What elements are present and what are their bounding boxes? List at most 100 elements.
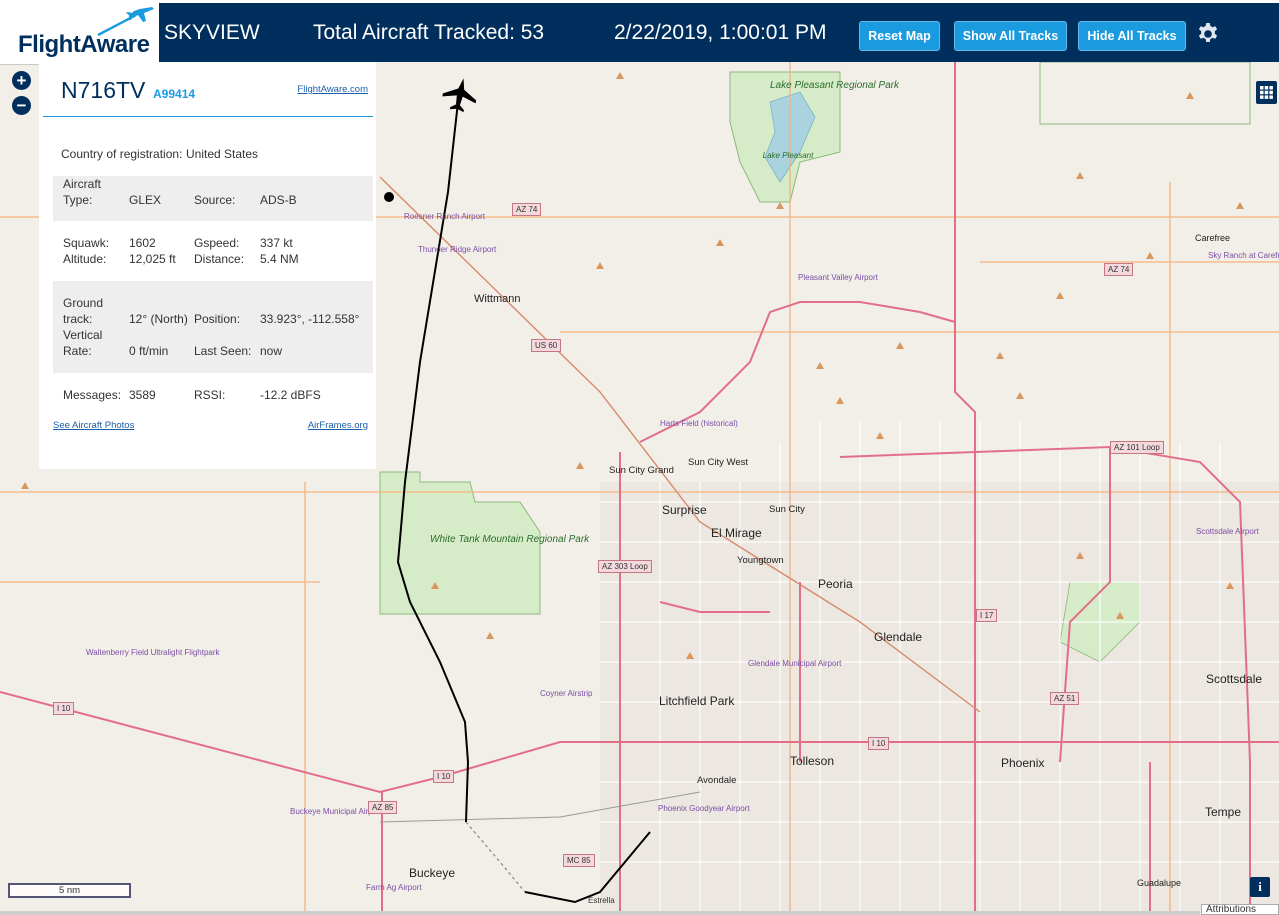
layers-grid-icon[interactable]	[1256, 81, 1277, 104]
highway-shield: I 10	[868, 737, 890, 750]
city-label: Sun City West	[688, 457, 749, 468]
vertical-rate-label: Rate:	[63, 344, 92, 358]
highway-shield: I 10	[53, 702, 75, 715]
city-label: Sun City	[769, 504, 805, 515]
info-icon[interactable]: i	[1250, 877, 1270, 897]
airport-label-roesner: Roesner Ranch Airport	[404, 212, 485, 221]
highway-shield: MC 85	[563, 854, 595, 867]
airport-label-scottsdale: Scottsdale Airport	[1196, 527, 1259, 536]
aircraft-marker[interactable]	[440, 75, 480, 114]
messages-label: Messages:	[63, 388, 122, 402]
city-label: El Mirage	[711, 526, 762, 540]
hide-all-tracks-button[interactable]: Hide All Tracks	[1078, 21, 1186, 51]
squawk-value: 1602	[129, 236, 156, 250]
highway-shield: AZ 51	[1050, 692, 1080, 705]
city-label: Avondale	[697, 775, 737, 786]
park-label-lake-pleasant: Lake Pleasant Regional Park	[770, 80, 899, 91]
airport-label-goodyear: Phoenix Goodyear Airport	[658, 804, 750, 813]
aircraft-type-label: Aircraft	[63, 177, 102, 191]
altitude-value: 12,025 ft	[129, 252, 176, 266]
gear-icon[interactable]	[1196, 22, 1220, 46]
city-label: Litchfield Park	[659, 694, 735, 708]
ground-track-value: 12° (North)	[129, 312, 188, 326]
airport-label-glendale: Glendale Municipal Airport	[748, 659, 841, 668]
altitude-label: Altitude:	[63, 252, 107, 266]
city-label: Sun City Grand	[609, 465, 674, 476]
highway-shield: AZ 74	[1104, 263, 1134, 276]
lake-label: Lake Pleasant	[762, 151, 814, 160]
vertical-rate-value: 0 ft/min	[129, 344, 169, 358]
airport-label-buckeye: Buckeye Municipal Airport	[290, 807, 383, 816]
city-label: Youngtown	[737, 555, 784, 566]
aircraft-type-value: GLEX	[129, 193, 162, 207]
city-label: Tolleson	[790, 754, 835, 768]
highway-shield: I 10	[433, 770, 455, 783]
aircraft-hex: A99414	[153, 87, 196, 101]
airport-label-farm-ag: Farm Ag Airport	[366, 883, 422, 892]
airport-label-waltenberry: Waltenberry Field Ultralight Flightpark	[86, 648, 220, 657]
city-label: Peoria	[818, 577, 853, 591]
airframes-link[interactable]: AirFrames.org	[308, 420, 368, 431]
flightaware-logo: FlightAware	[18, 31, 150, 58]
highway-shield: AZ 85	[368, 801, 398, 814]
zoom-out-button[interactable]: −	[12, 96, 31, 115]
highway-shield: AZ 74	[512, 203, 542, 216]
city-label: Guadalupe	[1137, 878, 1182, 888]
distance-label: Distance:	[194, 252, 245, 266]
aircraft-photos-link[interactable]: See Aircraft Photos	[53, 420, 134, 431]
header-bar: FlightAware SKYVIEW Total Aircraft Track…	[0, 0, 1279, 65]
aircraft-info-panel: N716TV A99414 FlightAware.com Country of…	[39, 62, 376, 469]
city-label: Scottsdale	[1206, 672, 1263, 686]
position-value: 33.923°, -112.558°	[260, 312, 360, 326]
city-label: Surprise	[662, 503, 707, 517]
distance-value: 5.4 NM	[260, 252, 299, 266]
last-seen-label: Last Seen:	[194, 344, 252, 358]
country-label: Country of registration:	[61, 147, 183, 161]
last-seen-value: now	[260, 344, 283, 358]
clock: 2/22/2019, 1:00:01 PM	[614, 21, 827, 44]
highway-shield: AZ 303 Loop	[598, 560, 652, 573]
airport-label-harts: Harts Field (historical)	[660, 419, 738, 428]
app-title: SKYVIEW	[164, 21, 260, 44]
gspeed-value: 337 kt	[260, 236, 293, 250]
country-value: United States	[186, 147, 259, 161]
reset-map-button[interactable]: Reset Map	[859, 21, 940, 51]
aircraft-callsign: N716TV	[61, 77, 146, 103]
vertical-rate-label: Vertical	[63, 328, 103, 342]
rssi-value: -12.2 dBFS	[260, 388, 321, 402]
source-label: Source:	[194, 193, 236, 207]
map-bottom-strip	[0, 911, 1200, 915]
zoom-in-button[interactable]: +	[12, 71, 31, 90]
city-label: Phoenix	[1001, 756, 1045, 770]
logo-container[interactable]: FlightAware	[0, 3, 159, 65]
city-label: Carefree	[1195, 233, 1231, 243]
gspeed-label: Gspeed:	[194, 236, 240, 250]
map-scale-bar: 5 nm	[8, 883, 131, 898]
airport-label-thunder: Thunder Ridge Airport	[418, 245, 497, 254]
rssi-label: RSSI:	[194, 388, 226, 402]
ground-track-label: track:	[63, 312, 93, 326]
messages-value: 3589	[129, 388, 156, 402]
aircraft-tracked-count: Total Aircraft Tracked: 53	[313, 21, 545, 44]
city-label: Glendale	[874, 630, 923, 644]
flightaware-link[interactable]: FlightAware.com	[297, 84, 368, 95]
skyview-app: Lake Pleasant Regional Park Lake Pleasan…	[0, 0, 1279, 915]
highway-shield: US 60	[531, 339, 562, 352]
squawk-label: Squawk:	[63, 236, 110, 250]
city-label: Buckeye	[409, 866, 456, 880]
place-label: Estrella	[588, 896, 615, 905]
city-label: Wittmann	[474, 293, 521, 305]
ground-track-label: Ground	[63, 296, 104, 310]
city-label: Tempe	[1205, 805, 1242, 819]
panel-divider	[43, 116, 373, 117]
airport-label-sky-ranch: Sky Ranch at Carefree	[1208, 251, 1279, 260]
position-label: Position:	[194, 312, 241, 326]
row-stripe	[53, 281, 373, 373]
park-label-white-tank: White Tank Mountain Regional Park	[430, 534, 590, 545]
show-all-tracks-button[interactable]: Show All Tracks	[954, 21, 1067, 51]
aircraft-type-label: Type:	[63, 193, 93, 207]
source-value: ADS-B	[260, 193, 297, 207]
attributions-button[interactable]: Attributions	[1201, 904, 1279, 915]
airport-label-coyner: Coyner Airstrip	[540, 689, 593, 698]
highway-shield: AZ 101 Loop	[1110, 441, 1164, 454]
